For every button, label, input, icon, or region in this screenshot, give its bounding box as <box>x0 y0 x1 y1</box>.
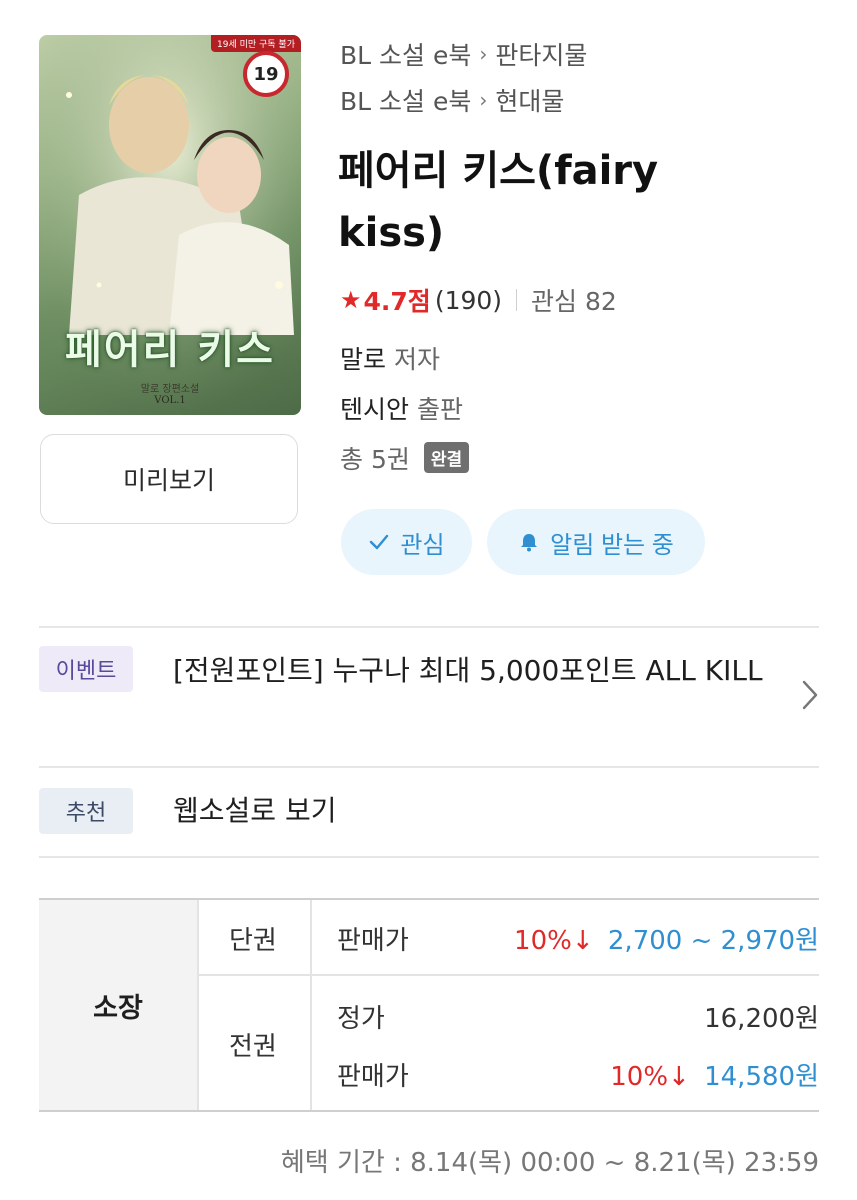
publisher-row: 텐시안 출판 <box>340 390 463 426</box>
event-text: [전원포인트] 누구나 최대 5,000포인트 ALL KILL <box>173 654 763 687</box>
author-role: 저자 <box>393 345 440 374</box>
single-price-label: 판매가 <box>337 926 409 956</box>
set-sale-price: 10%↓ 14,580원 <box>610 1056 819 1093</box>
chevron-right-icon: › <box>479 42 488 66</box>
rating-count[interactable]: (190) <box>435 286 502 315</box>
divider <box>39 626 819 628</box>
single-volume-label: 단권 <box>229 926 277 956</box>
single-price-range: 2,700 ~ 2,970원 <box>607 926 819 956</box>
rating-row: ★ 4.7점 (190) 관심 82 <box>340 282 617 318</box>
volume-count: 총 5권 <box>340 445 410 474</box>
breadcrumb: BL 소설 e북 › 판타지물 <box>340 36 587 72</box>
cover-subtitle-art: 말로 장편소설 <box>140 384 200 395</box>
set-list-label: 정가 <box>337 1004 385 1034</box>
book-cover[interactable]: 19세 미만 구독 불가 19 페어리 키스 말로 장편소설 VOL.1 <box>39 35 301 415</box>
breadcrumb-leaf[interactable]: 현대물 <box>495 82 564 118</box>
single-discount: 10%↓ <box>514 926 594 956</box>
publisher-role: 출판 <box>416 395 463 424</box>
recommend-text: 웹소설로 보기 <box>173 794 337 827</box>
price-table: 소장 단권 판매가 10%↓ 2,700 ~ 2,970원 전권 정가 16,2… <box>39 898 819 1112</box>
set-list-price: 16,200원 <box>704 1004 819 1034</box>
cover-title-art: 페어리 키스 <box>65 327 275 373</box>
breadcrumb: BL 소설 e북 › 현대물 <box>340 82 564 118</box>
set-sale-value: 14,580원 <box>704 1062 819 1092</box>
chevron-right-icon: › <box>479 88 488 112</box>
interest-button-label: 관심 <box>400 531 445 559</box>
cover-volume-art: VOL.1 <box>154 395 186 406</box>
interest-count: 관심 82 <box>531 287 617 316</box>
status-badge: 완결 <box>423 442 470 473</box>
set-volume-label: 전권 <box>229 1032 277 1062</box>
divider <box>39 766 819 768</box>
notify-button-label: 알림 받는 중 <box>550 531 674 559</box>
star-icon: ★ <box>340 286 362 314</box>
preview-button[interactable]: 미리보기 <box>40 434 298 524</box>
breadcrumb-root[interactable]: BL 소설 e북 <box>340 36 471 72</box>
cover-age-notice: 19세 미만 구독 불가 <box>211 35 301 52</box>
volume-row: 총 5권 완결 <box>340 440 470 476</box>
set-sale-label: 판매가 <box>337 1062 409 1092</box>
recommend-tag: 추천 <box>39 788 133 834</box>
single-price: 10%↓ 2,700 ~ 2,970원 <box>514 920 819 957</box>
price-section-header: 소장 <box>39 900 197 1110</box>
interest-button[interactable]: 관심 <box>341 509 472 575</box>
chevron-right-icon <box>801 679 819 715</box>
book-title: 페어리 키스(fairy kiss) <box>338 148 659 256</box>
event-tag: 이벤트 <box>39 646 133 692</box>
set-discount: 10%↓ <box>610 1062 690 1092</box>
breadcrumb-root[interactable]: BL 소설 e북 <box>340 82 471 118</box>
notify-button[interactable]: 알림 받는 중 <box>487 509 705 575</box>
publisher-name[interactable]: 텐시안 <box>340 395 409 424</box>
bell-icon <box>518 531 540 553</box>
check-icon <box>368 531 390 553</box>
author-name[interactable]: 말로 <box>340 345 386 374</box>
divider <box>516 289 518 311</box>
author-row: 말로 저자 <box>340 340 440 376</box>
breadcrumb-leaf[interactable]: 판타지물 <box>495 36 587 72</box>
rating-score: 4.7점 <box>363 287 431 316</box>
divider <box>39 856 819 858</box>
age-rating-badge: 19 <box>243 51 289 97</box>
benefit-period: 혜택 기간 : 8.14(목) 00:00 ~ 8.21(목) 23:59 <box>280 1148 819 1178</box>
